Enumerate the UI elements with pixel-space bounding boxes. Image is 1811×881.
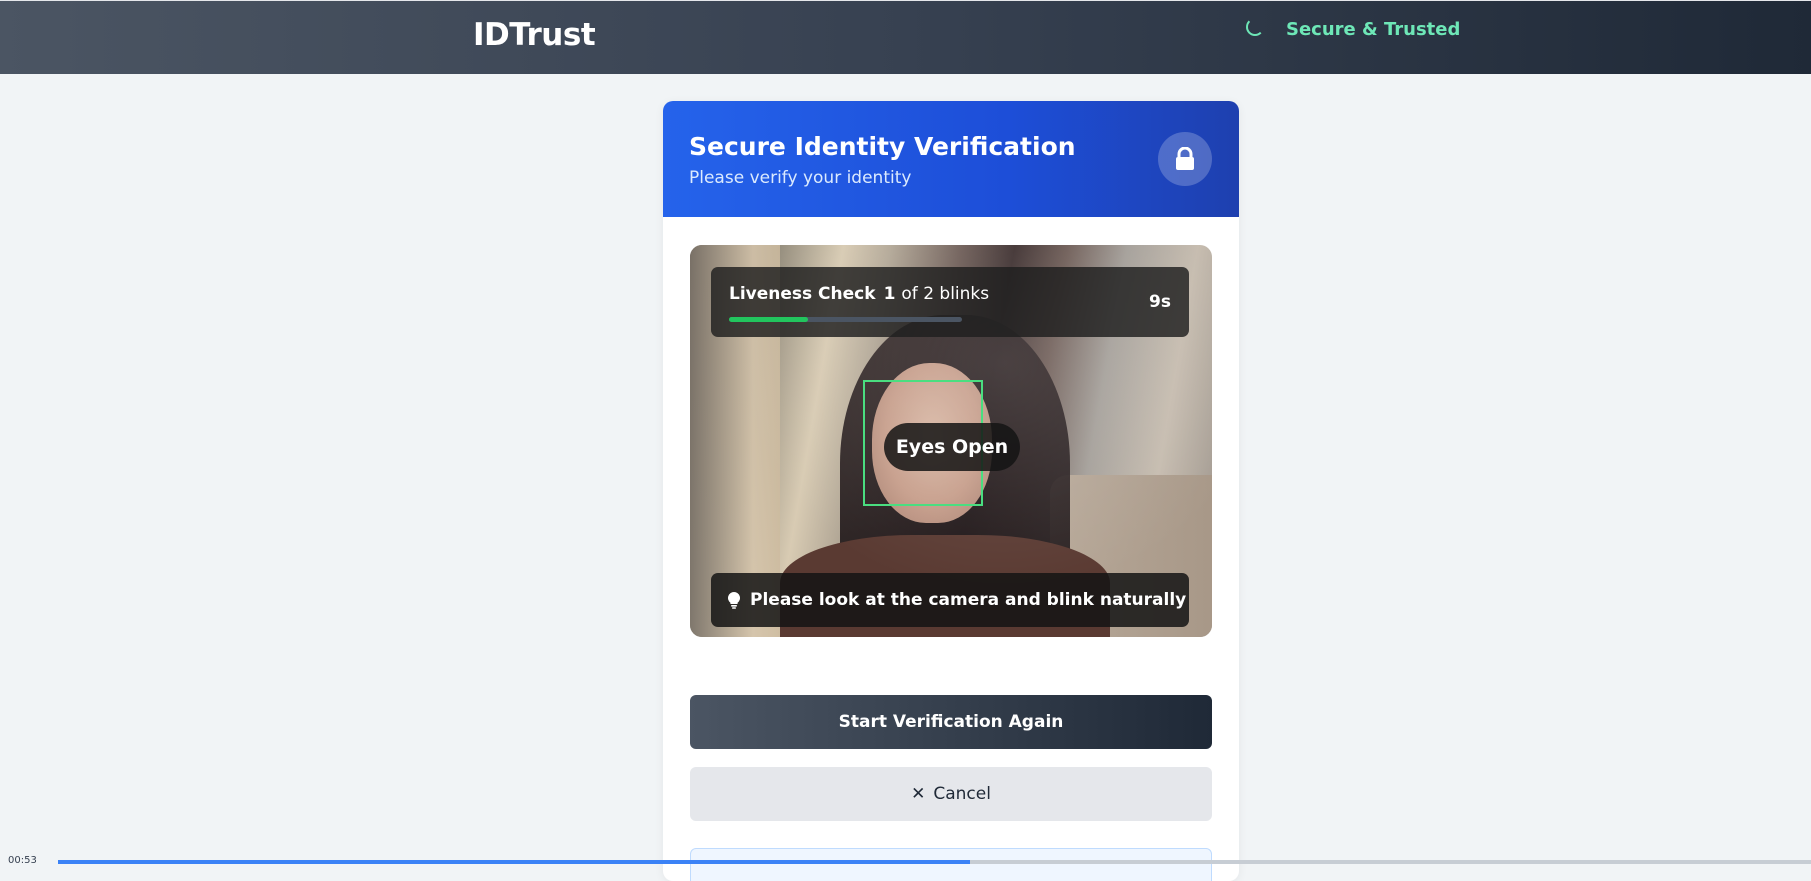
camera-preview: Liveness Check 1 of 2 blinks 9s Eyes Open … <box>690 245 1212 637</box>
secure-status: Secure & Trusted <box>1246 17 1461 40</box>
video-timeline[interactable]: 00:53 <box>0 855 1811 866</box>
lock-badge <box>1158 132 1212 186</box>
instruction-banner: Please look at the camera and blink natu… <box>711 573 1189 627</box>
liveness-progress-bar <box>729 317 962 322</box>
blink-count: 1 <box>883 284 896 304</box>
card-subtitle: Please verify your identity <box>689 168 912 188</box>
blink-total: of 2 blinks <box>901 284 990 304</box>
brand-logo[interactable]: IDTrust <box>473 17 596 53</box>
verification-card: Secure Identity Verification Please veri… <box>663 101 1239 881</box>
timeline-track[interactable] <box>58 860 1811 864</box>
liveness-check-panel: Liveness Check 1 of 2 blinks 9s <box>711 267 1189 337</box>
liveness-progress-fill <box>729 317 809 322</box>
cancel-label: Cancel <box>933 784 991 804</box>
secure-label: Secure & Trusted <box>1286 19 1461 40</box>
top-navigation-bar: IDTrust Secure & Trusted <box>0 0 1811 74</box>
timeline-progress <box>58 860 970 864</box>
lightbulb-icon <box>728 591 740 609</box>
video-time: 00:53 <box>8 855 37 866</box>
start-verification-again-button[interactable]: Start Verification Again <box>690 695 1212 749</box>
close-icon: ✕ <box>911 784 926 804</box>
lock-icon <box>1176 147 1194 170</box>
card-header: Secure Identity Verification Please veri… <box>663 101 1239 217</box>
liveness-timer: 9s <box>1149 292 1171 312</box>
liveness-status-line: Liveness Check 1 of 2 blinks <box>729 284 989 304</box>
liveness-label: Liveness Check <box>729 284 876 304</box>
loading-spinner-icon <box>1246 17 1264 36</box>
instruction-text: Please look at the camera and blink natu… <box>750 590 1187 610</box>
eye-status-badge: Eyes Open <box>884 423 1020 471</box>
cancel-button[interactable]: ✕ Cancel <box>690 767 1212 821</box>
card-title: Secure Identity Verification <box>689 132 1076 161</box>
